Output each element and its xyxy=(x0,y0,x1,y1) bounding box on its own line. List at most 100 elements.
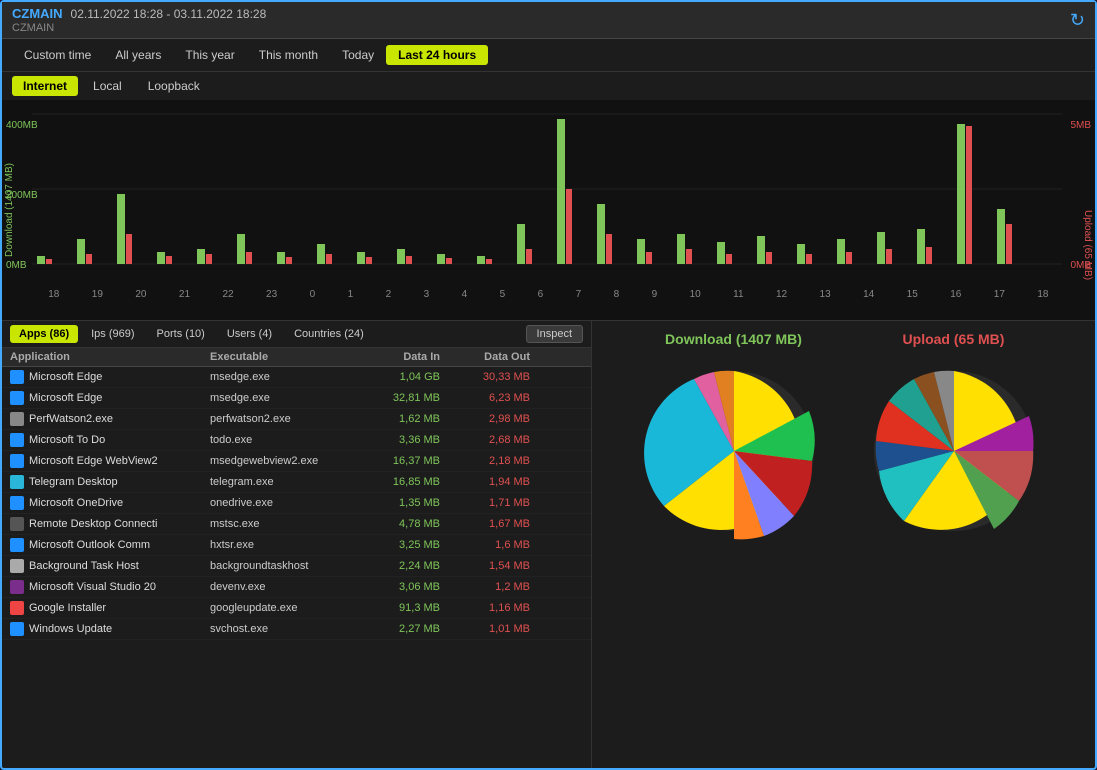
app-name: Background Task Host xyxy=(10,559,210,573)
table-row[interactable]: Background Task Host backgroundtaskhost … xyxy=(2,556,591,577)
app-name: Google Installer xyxy=(10,601,210,615)
tab-countries[interactable]: Countries (24) xyxy=(285,325,373,343)
data-in: 1,35 MB xyxy=(360,497,450,509)
bar-chart xyxy=(32,104,1062,289)
app-name: Microsoft Edge xyxy=(10,391,210,405)
y-max-label: 400MB xyxy=(6,120,38,131)
tab-loopback[interactable]: Loopback xyxy=(137,76,211,96)
chart-x-labels: 18 19 20 21 22 23 0 1 2 3 4 5 6 7 8 9 10… xyxy=(32,289,1065,302)
tab-this-month[interactable]: This month xyxy=(247,45,330,65)
y-left-axis-label: Download (1407 MB) xyxy=(4,163,15,257)
data-out: 1,01 MB xyxy=(450,623,540,635)
download-pie-container: Download (1407 MB) xyxy=(634,331,834,758)
exe-name: telegram.exe xyxy=(210,476,360,488)
exe-name: googleupdate.exe xyxy=(210,602,360,614)
app-name: PerfWatson2.exe xyxy=(10,412,210,426)
col-data-in: Data In xyxy=(360,351,450,363)
data-in: 2,24 MB xyxy=(360,560,450,572)
app-name: Microsoft Outlook Comm xyxy=(10,538,210,552)
data-out: 2,68 MB xyxy=(450,434,540,446)
table-row[interactable]: Windows Update svchost.exe 2,27 MB 1,01 … xyxy=(2,619,591,640)
charts-row: Download (1407 MB) xyxy=(602,331,1085,758)
data-out: 1,94 MB xyxy=(450,476,540,488)
tab-ports[interactable]: Ports (10) xyxy=(148,325,214,343)
data-in: 1,04 GB xyxy=(360,371,450,383)
app-tabs-bar: Apps (86) Ips (969) Ports (10) Users (4)… xyxy=(2,321,591,348)
table-row[interactable]: Microsoft Edge WebView2 msedgewebview2.e… xyxy=(2,451,591,472)
exe-name: mstsc.exe xyxy=(210,518,360,530)
tab-internet[interactable]: Internet xyxy=(12,76,78,96)
data-in: 16,37 MB xyxy=(360,455,450,467)
data-in: 4,78 MB xyxy=(360,518,450,530)
col-application: Application xyxy=(10,351,210,363)
tab-ips[interactable]: Ips (969) xyxy=(82,325,143,343)
data-out: 1,6 MB xyxy=(450,539,540,551)
exe-name: msedgewebview2.exe xyxy=(210,455,360,467)
tab-custom-time[interactable]: Custom time xyxy=(12,45,103,65)
table-row[interactable]: Microsoft Edge msedge.exe 1,04 GB 30,33 … xyxy=(2,367,591,388)
table-row[interactable]: Telegram Desktop telegram.exe 16,85 MB 1… xyxy=(2,472,591,493)
time-tabs-bar: Custom time All years This year This mon… xyxy=(2,39,1095,72)
data-out: 1,16 MB xyxy=(450,602,540,614)
tab-users[interactable]: Users (4) xyxy=(218,325,281,343)
tab-apps[interactable]: Apps (86) xyxy=(10,325,78,343)
col-executable: Executable xyxy=(210,351,360,363)
y-right-max: 5MB xyxy=(1070,120,1091,131)
upload-pie-container: Upload (65 MB) xyxy=(854,331,1054,758)
main-window: CZMAIN 02.11.2022 18:28 - 03.11.2022 18:… xyxy=(0,0,1097,770)
upload-chart-title: Upload (65 MB) xyxy=(903,331,1005,347)
data-in: 3,25 MB xyxy=(360,539,450,551)
table-row[interactable]: Google Installer googleupdate.exe 91,3 M… xyxy=(2,598,591,619)
exe-name: onedrive.exe xyxy=(210,497,360,509)
left-panel: Apps (86) Ips (969) Ports (10) Users (4)… xyxy=(2,321,592,768)
app-name: Microsoft Visual Studio 20 xyxy=(10,580,210,594)
download-chart-title: Download (1407 MB) xyxy=(665,331,802,347)
data-in: 3,36 MB xyxy=(360,434,450,446)
data-out: 1,54 MB xyxy=(450,560,540,572)
app-name: Windows Update xyxy=(10,622,210,636)
y-right-axis-label: Upload (65 MB) xyxy=(1082,210,1093,280)
date-range: 02.11.2022 18:28 - 03.11.2022 18:28 xyxy=(71,7,267,21)
table-row[interactable]: Microsoft OneDrive onedrive.exe 1,35 MB … xyxy=(2,493,591,514)
tab-last-24-hours[interactable]: Last 24 hours xyxy=(386,45,488,65)
exe-name: svchost.exe xyxy=(210,623,360,635)
data-out: 2,18 MB xyxy=(450,455,540,467)
app-name: Microsoft Edge WebView2 xyxy=(10,454,210,468)
chart-area: 400MB 200MB 0MB 5MB 0MB Download (1407 M… xyxy=(2,100,1095,320)
app-name: Remote Desktop Connecti xyxy=(10,517,210,531)
col-data-out: Data Out xyxy=(450,351,540,363)
data-out: 6,23 MB xyxy=(450,392,540,404)
table-row[interactable]: Remote Desktop Connecti mstsc.exe 4,78 M… xyxy=(2,514,591,535)
tab-today[interactable]: Today xyxy=(330,45,386,65)
data-in: 32,81 MB xyxy=(360,392,450,404)
data-in: 1,62 MB xyxy=(360,413,450,425)
upload-pie-chart xyxy=(854,351,1054,551)
table-row[interactable]: Microsoft To Do todo.exe 3,36 MB 2,68 MB xyxy=(2,430,591,451)
table-row[interactable]: Microsoft Outlook Comm hxtsr.exe 3,25 MB… xyxy=(2,535,591,556)
title-bar: CZMAIN 02.11.2022 18:28 - 03.11.2022 18:… xyxy=(2,2,1095,39)
table-body: Microsoft Edge msedge.exe 1,04 GB 30,33 … xyxy=(2,367,591,768)
table-row[interactable]: Microsoft Edge msedge.exe 32,81 MB 6,23 … xyxy=(2,388,591,409)
tab-this-year[interactable]: This year xyxy=(173,45,246,65)
app-name: Microsoft Edge xyxy=(10,370,210,384)
table-header: Application Executable Data In Data Out xyxy=(2,348,591,367)
exe-name: hxtsr.exe xyxy=(210,539,360,551)
tab-local[interactable]: Local xyxy=(82,76,133,96)
app-name: Microsoft OneDrive xyxy=(10,496,210,510)
data-out: 1,67 MB xyxy=(450,518,540,530)
inspect-button[interactable]: Inspect xyxy=(526,325,583,343)
table-row[interactable]: PerfWatson2.exe perfwatson2.exe 1,62 MB … xyxy=(2,409,591,430)
table-row[interactable]: Microsoft Visual Studio 20 devenv.exe 3,… xyxy=(2,577,591,598)
exe-name: devenv.exe xyxy=(210,581,360,593)
network-tabs-bar: Internet Local Loopback xyxy=(2,72,1095,100)
exe-name: msedge.exe xyxy=(210,371,360,383)
data-out: 30,33 MB xyxy=(450,371,540,383)
tab-all-years[interactable]: All years xyxy=(103,45,173,65)
refresh-button[interactable]: ↻ xyxy=(1070,10,1085,31)
data-in: 2,27 MB xyxy=(360,623,450,635)
download-pie-chart xyxy=(634,351,834,551)
data-out: 2,98 MB xyxy=(450,413,540,425)
data-out: 1,2 MB xyxy=(450,581,540,593)
exe-name: todo.exe xyxy=(210,434,360,446)
subtitle: CZMAIN xyxy=(12,22,266,34)
